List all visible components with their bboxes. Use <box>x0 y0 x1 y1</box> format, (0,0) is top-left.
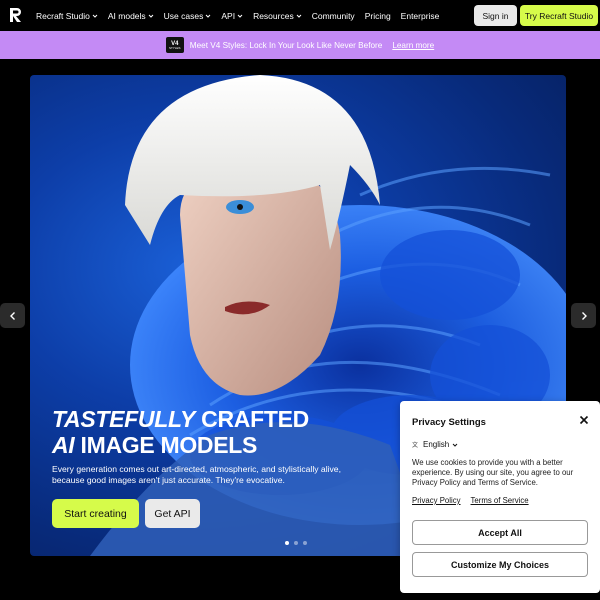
chevron-down-icon <box>206 14 211 18</box>
carousel-dot[interactable] <box>294 541 298 545</box>
customize-choices-button[interactable]: Customize My Choices <box>412 552 588 577</box>
nav-item-label: Pricing <box>364 10 391 21</box>
top-nav: Recraft Studio AI models Use cases API R… <box>0 0 600 31</box>
privacy-text: We use cookies to provide you with a bet… <box>412 458 574 487</box>
sign-in-button[interactable]: Sign in <box>474 5 517 26</box>
language-label: English <box>423 440 450 449</box>
hero-title: TASTEFULLY CRAFTED AI IMAGE MODELS <box>52 406 309 458</box>
learn-more-link[interactable]: Learn more <box>392 41 434 50</box>
chevron-down-icon <box>148 14 154 18</box>
nav-menu: Recraft Studio AI models Use cases API R… <box>36 0 439 31</box>
get-api-button[interactable]: Get API <box>145 499 200 528</box>
accept-all-button[interactable]: Accept All <box>412 520 588 545</box>
nav-item-label: Resources <box>253 10 294 21</box>
nav-item-recraft-studio[interactable]: Recraft Studio <box>36 11 98 21</box>
try-recraft-studio-button[interactable]: Try Recraft Studio <box>520 5 598 26</box>
nav-item-label: API <box>221 10 236 21</box>
nav-item-pricing[interactable]: Pricing <box>365 11 391 21</box>
nav-item-ai-models[interactable]: AI models <box>108 11 154 21</box>
privacy-policy-link[interactable]: Privacy Policy <box>412 496 461 505</box>
privacy-settings-dialog: Privacy Settings 文 English We use cookie… <box>400 401 600 593</box>
nav-item-label: Community <box>311 10 355 21</box>
nav-item-resources[interactable]: Resources <box>253 11 302 21</box>
chevron-down-icon <box>237 14 243 18</box>
privacy-title: Privacy Settings <box>412 417 486 428</box>
nav-item-label: AI models <box>107 10 146 21</box>
chevron-left-icon <box>9 311 15 320</box>
chevron-down-icon <box>92 14 98 18</box>
nav-item-community[interactable]: Community <box>312 11 355 21</box>
close-icon[interactable] <box>578 414 590 426</box>
svg-text:文: 文 <box>412 441 418 449</box>
translate-icon: 文 <box>412 441 418 449</box>
chevron-down-icon <box>452 443 458 447</box>
carousel-next-button[interactable] <box>571 303 596 328</box>
v4-styles-badge: V4 STYLES <box>165 37 184 53</box>
privacy-links: Privacy Policy Terms of Service <box>412 496 529 505</box>
chevron-down-icon <box>296 14 302 18</box>
recraft-logo-icon[interactable] <box>8 7 24 23</box>
carousel-dots <box>285 541 307 545</box>
carousel-prev-button[interactable] <box>0 303 25 328</box>
nav-item-enterprise[interactable]: Enterprise <box>401 11 440 21</box>
chevron-right-icon <box>581 311 587 320</box>
nav-item-label: Recraft Studio <box>36 10 90 21</box>
nav-item-api[interactable]: API <box>221 11 243 21</box>
carousel-dot[interactable] <box>303 541 307 545</box>
nav-item-use-cases[interactable]: Use cases <box>164 11 212 21</box>
nav-item-label: Use cases <box>163 10 204 21</box>
carousel-dot[interactable] <box>285 541 289 545</box>
nav-item-label: Enterprise <box>400 10 440 21</box>
banner-text: Meet V4 Styles: Lock In Your Look Like N… <box>189 40 383 50</box>
announcement-banner: V4 STYLES Meet V4 Styles: Lock In Your L… <box>0 31 600 59</box>
start-creating-button[interactable]: Start creating <box>52 499 139 528</box>
terms-of-service-link[interactable]: Terms of Service <box>471 496 529 505</box>
language-selector[interactable]: 文 English <box>412 440 458 449</box>
hero-description: Every generation comes out art-directed,… <box>52 464 341 485</box>
